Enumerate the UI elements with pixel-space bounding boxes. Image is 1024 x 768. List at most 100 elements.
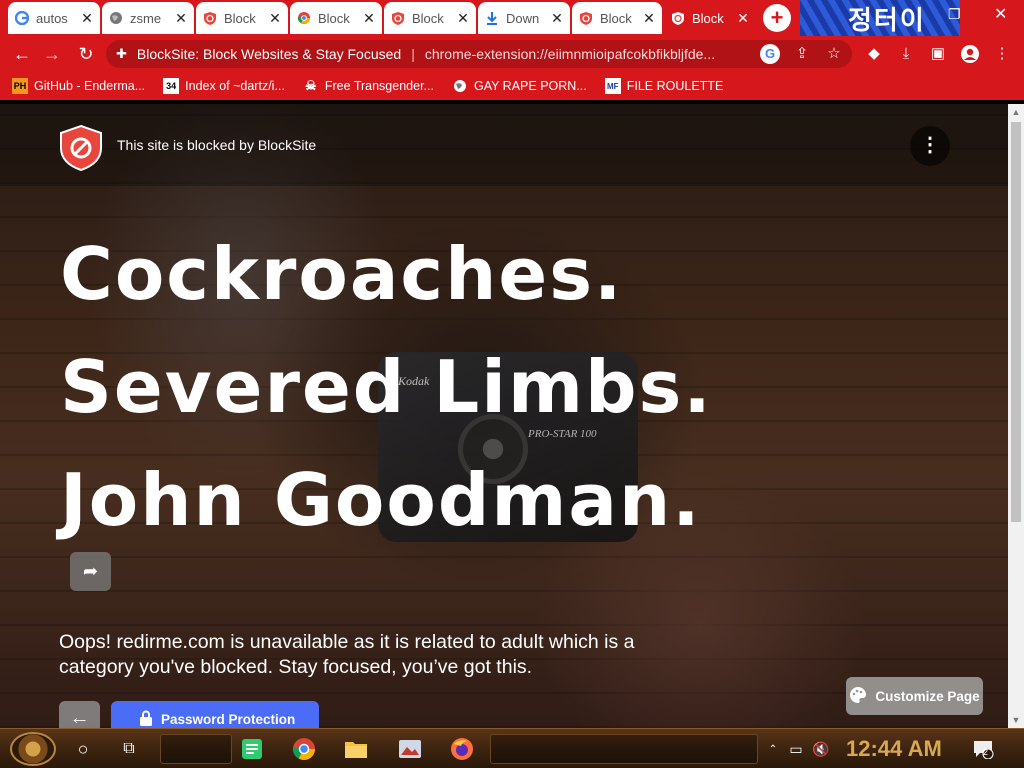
address-bar[interactable]: ✚ BlockSite: Block Websites & Stay Focus… (106, 40, 852, 68)
taskbar: ○ ⧉ ⌃ ▭ 🔇 12:44 AM 2 (0, 728, 1024, 768)
bookmark-label: Index of ~dartz/i... (185, 79, 285, 93)
close-tab-icon[interactable]: ✕ (550, 10, 564, 27)
tab-title: Block (692, 10, 724, 26)
notes-app-icon[interactable] (238, 735, 266, 763)
close-tab-icon[interactable]: ✕ (80, 10, 94, 27)
download-icon (484, 10, 500, 26)
bookmark-star-icon[interactable]: ☆ (824, 44, 844, 64)
volume-muted-icon[interactable]: 🔇 (810, 735, 832, 763)
restore-window-icon[interactable]: ❐ (948, 6, 961, 23)
file-explorer-icon[interactable] (342, 735, 370, 763)
profile-avatar-icon[interactable] (960, 44, 980, 64)
tab-block-active[interactable]: Block ✕ (664, 2, 756, 34)
photos-app-icon[interactable] (396, 735, 424, 763)
omnibox-url: chrome-extension://eiimnmioipafcokbfikbl… (424, 46, 716, 62)
blocksite-shield-icon (390, 10, 406, 26)
scrollbar-thumb[interactable] (1011, 122, 1021, 522)
close-tab-icon[interactable]: ✕ (456, 10, 470, 27)
share-arrow-icon: ➦ (82, 561, 99, 581)
palette-icon (849, 686, 867, 707)
tab-block-1[interactable]: Block ✕ (196, 2, 288, 34)
close-tab-icon[interactable]: ✕ (362, 10, 376, 27)
ph-icon: PH (12, 78, 28, 94)
forward-nav-icon[interactable]: → (40, 42, 64, 66)
mf-icon: MF (604, 78, 621, 94)
page-menu-icon[interactable]: ⋮ (910, 126, 950, 166)
tab-title: Block (600, 10, 632, 26)
toolbar: ← → ↻ ✚ BlockSite: Block Websites & Stay… (0, 36, 1024, 72)
blocksite-page: Kodak PRO-STAR 100 This site is blocked … (0, 104, 1008, 728)
bookmark-github[interactable]: PH GitHub - Enderma... (12, 78, 145, 94)
bookmark-label: FILE ROULETTE (626, 79, 724, 93)
scroll-down-icon[interactable]: ▼ (1008, 712, 1024, 728)
password-protection-button[interactable]: Password Protection (111, 701, 319, 728)
bookmark-label: GAY RAPE PORN... (473, 79, 587, 93)
task-view-icon[interactable]: ⧉ (116, 735, 142, 763)
tab-autos[interactable]: autos ✕ (8, 2, 100, 34)
share-button[interactable]: ➦ (70, 552, 111, 591)
omnibox-page-title: BlockSite: Block Websites & Stay Focused (136, 46, 402, 62)
blocksite-shield-icon (202, 10, 218, 26)
taskbar-empty-slot (490, 734, 758, 764)
network-icon[interactable]: ▭ (786, 735, 806, 763)
bookmark-label: Free Transgender... (324, 79, 434, 93)
bookmark-gay[interactable]: GAY RAPE PORN... (452, 78, 587, 94)
close-tab-icon[interactable]: ✕ (736, 10, 750, 27)
extension-puzzle-icon: ✚ (116, 46, 127, 61)
notification-center-icon[interactable]: 2 (970, 735, 996, 763)
new-tab-button[interactable]: + (763, 4, 791, 32)
close-tab-icon[interactable]: ✕ (174, 10, 188, 27)
firefox-icon[interactable] (448, 735, 476, 763)
banner-text: 정터이 (848, 6, 926, 36)
customize-page-label: Customize Page (875, 688, 980, 704)
go-back-button[interactable]: ← (59, 701, 100, 728)
scroll-up-icon[interactable]: ▲ (1008, 104, 1024, 120)
tab-title: Block (224, 10, 256, 26)
theme-banner: 정터이 (800, 0, 960, 36)
bookmark-label: GitHub - Enderma... (34, 79, 146, 93)
bookmark-free-transgender[interactable]: ☠ Free Transgender... (303, 78, 434, 94)
tab-block-3[interactable]: Block ✕ (384, 2, 476, 34)
tab-title: autos (36, 10, 68, 26)
customize-page-button[interactable]: Customize Page (846, 677, 983, 715)
reload-icon[interactable]: ↻ (74, 42, 98, 66)
camera-model: PRO-STAR 100 (528, 428, 597, 440)
bookmarks-bar: PH GitHub - Enderma... 34 Index of ~dart… (0, 72, 1024, 100)
blocksite-shield-icon (578, 10, 594, 26)
tab-block-2[interactable]: Block ✕ (290, 2, 382, 34)
arrow-left-icon: ← (69, 707, 90, 728)
chrome-taskbar-icon[interactable] (290, 735, 318, 763)
downloads-icon[interactable]: ⤓ (896, 44, 916, 64)
show-hidden-icons-chevron[interactable]: ⌃ (766, 735, 780, 763)
cortana-search-icon[interactable]: ○ (70, 735, 96, 763)
index-34-icon: 34 (163, 78, 180, 94)
close-tab-icon[interactable]: ✕ (268, 10, 282, 27)
page-scrollbar[interactable]: ▲ ▼ (1008, 104, 1024, 728)
bookmark-index-dartz[interactable]: 34 Index of ~dartz/i... (163, 78, 285, 94)
tab-title: Down (506, 10, 540, 26)
close-tab-icon[interactable]: ✕ (642, 10, 656, 27)
headline-line-2: Severed Limbs. (60, 345, 713, 429)
tab-strip: autos ✕ zsme ✕ Block ✕ Block ✕ Block ✕ D… (0, 0, 1024, 36)
google-lens-icon[interactable]: G (760, 44, 780, 64)
bookmark-file-roulette[interactable]: MF FILE ROULETTE (604, 78, 724, 94)
close-window-icon[interactable]: ✕ (994, 4, 1007, 24)
extension-icon[interactable]: ◆ (864, 44, 884, 64)
start-button[interactable] (10, 732, 56, 766)
back-nav-icon[interactable]: ← (10, 42, 34, 66)
globe-icon (452, 78, 468, 94)
tab-zsme[interactable]: zsme ✕ (102, 2, 194, 34)
menu-kebab-icon[interactable]: ⋮ (992, 44, 1012, 64)
blocked-message: Oops! redirme.com is unavailable as it i… (59, 631, 635, 678)
tab-downloads[interactable]: Down ✕ (478, 2, 570, 34)
share-page-icon[interactable]: ⇪ (792, 44, 812, 64)
headline-line-1: Cockroaches. (60, 232, 624, 316)
taskbar-clock[interactable]: 12:44 AM (846, 736, 942, 762)
globe-icon (108, 10, 124, 26)
omnibox-separator: | (411, 46, 415, 62)
chrome-icon (296, 10, 312, 26)
blocksite-shield-icon (670, 10, 686, 26)
side-panel-icon[interactable]: ▣ (928, 44, 948, 64)
tab-title: Block (412, 10, 444, 26)
tab-block-4[interactable]: Block ✕ (572, 2, 662, 34)
